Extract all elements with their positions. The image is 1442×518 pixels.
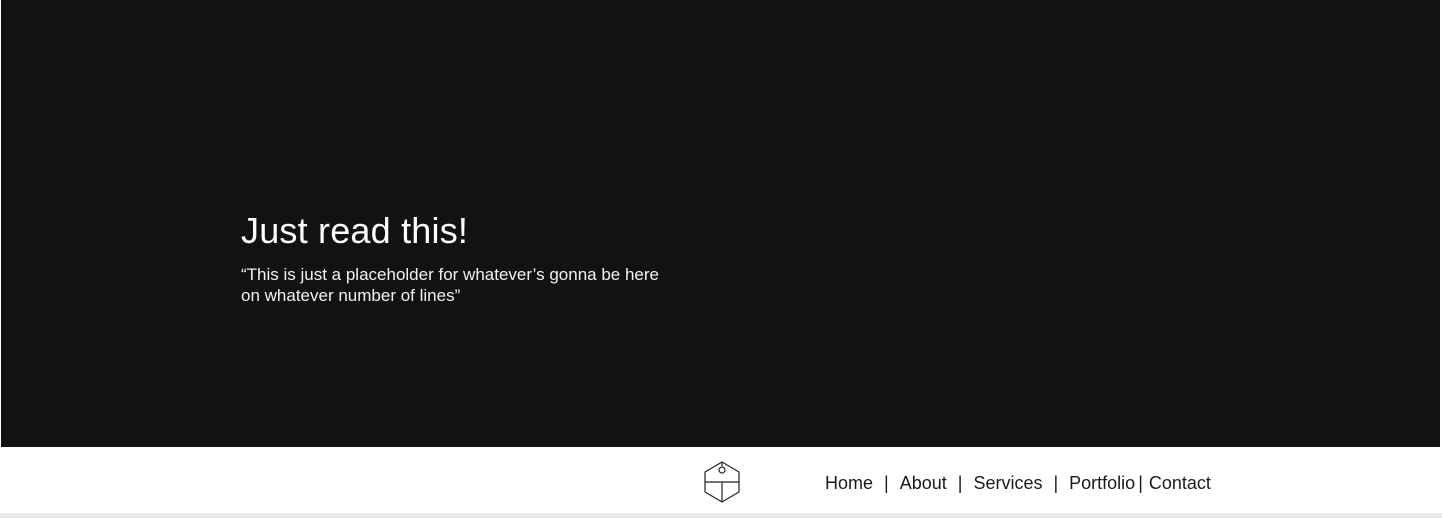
nav-separator: | [957,472,963,493]
footer-bottom-strip [0,513,1442,518]
cube-logo-icon[interactable] [703,461,741,503]
hero-quote: “This is just a placeholder for whatever… [241,264,691,306]
nav-separator: | [884,472,889,493]
nav-separator: | [1138,472,1143,493]
nav-link-home[interactable]: Home [825,473,873,494]
footer-nav: Home | About | Services | Portfolio | Co… [825,471,1211,495]
hero-section: Just read this! “This is just a placehol… [1,0,1440,447]
hero-quote-line-2: on whatever number of lines” [241,286,461,305]
hero-title: Just read this! [241,210,469,251]
nav-separator: | [1053,472,1059,493]
hero-quote-line-1: “This is just a placeholder for whatever… [241,265,659,284]
nav-link-services[interactable]: Services [973,473,1042,494]
nav-link-about[interactable]: About [900,473,947,494]
nav-link-contact[interactable]: Contact [1149,473,1211,494]
nav-link-portfolio[interactable]: Portfolio [1069,473,1135,494]
